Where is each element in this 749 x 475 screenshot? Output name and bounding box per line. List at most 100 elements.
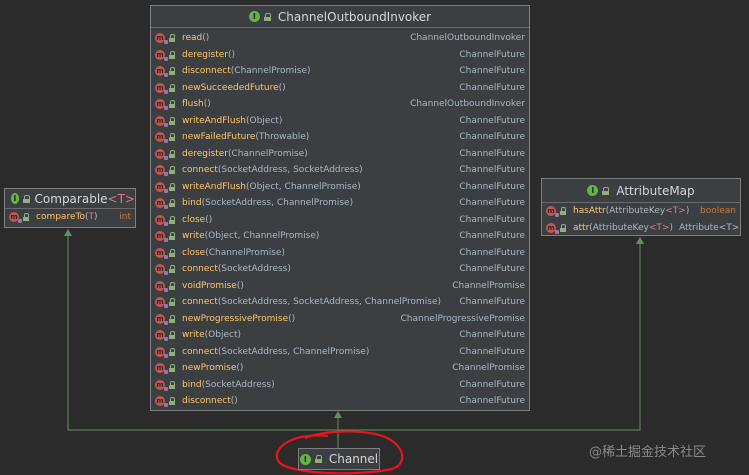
method-params-close: ) [287,264,291,275]
method-return-type: ChannelFuture [459,379,525,390]
abstract-method-icon: m [155,297,168,309]
method-row[interactable]: m connect(SocketAddress, SocketAddress, C… [151,294,529,311]
class-title: Comparable [34,191,108,206]
public-lock-icon [560,207,567,216]
method-params-close: ) [282,82,286,93]
method-return-type: ChannelFuture [459,181,525,192]
method-row[interactable]: m connect(SocketAddress, SocketAddress) Ch… [151,162,529,179]
method-return-type: Attribute<T> [678,222,740,233]
method-name: deregister [182,148,228,159]
abstract-method-icon: m [155,231,168,243]
abstract-method-icon: m [155,264,168,276]
channel-outbound-invoker-class[interactable]: I ChannelOutboundInvoker m read() ChannelO… [150,5,530,411]
public-lock-icon [23,213,30,222]
abstract-method-icon: m [155,49,168,61]
method-row[interactable]: m writeAndFlush(Object, ChannelPromise) Ch… [151,179,529,196]
method-list: m read() ChannelOutboundInvoker m deregister… [151,28,529,410]
abstract-method-icon: m [546,222,559,234]
interface-icon: I [11,193,19,204]
method-row[interactable]: m deregister(ChannelPromise) ChannelFuture [151,146,529,163]
method-row[interactable]: m newSucceededFuture() ChannelFuture [151,80,529,97]
method-name: newSucceededFuture [182,82,279,93]
type-parameter: <T> [107,191,135,206]
method-params-close: ) [278,115,283,126]
comparable-class[interactable]: I Comparable <T> m compareTo(T) int [4,188,136,228]
method-row[interactable]: m compareTo(T) int [5,209,135,226]
method-row[interactable]: m write(Object) ChannelFuture [151,327,529,344]
method-params-close: ) [240,280,244,291]
method-params: SocketAddress, ChannelPromise [205,198,350,209]
method-return-type: ChannelFuture [459,132,525,143]
method-return-type: int [119,212,131,223]
method-params: ChannelPromise [234,66,308,77]
method-name: newProgressivePromise [182,313,289,324]
abstract-method-icon: m [155,313,168,325]
method-params-close: ) [207,99,211,110]
method-row[interactable]: m hasAttr (AttributeKey <T>) boolean [542,203,740,220]
type-parameter: <T> [648,222,670,233]
method-row[interactable]: m read() ChannelOutboundInvoker [151,30,529,47]
method-row[interactable]: m newPromise() ChannelPromise [151,360,529,377]
method-row[interactable]: m connect(SocketAddress) ChannelFuture [151,261,529,278]
public-lock-icon [169,67,176,76]
method-row[interactable]: m bind(SocketAddress, ChannelPromise) Chan… [151,195,529,212]
method-return-type: ChannelFuture [459,115,525,126]
method-name: disconnect [182,396,231,407]
method-return-type: ChannelPromise [452,363,525,374]
method-row[interactable]: m close() ChannelFuture [151,212,529,229]
method-row[interactable]: m write(Object, ChannelPromise) ChannelFut… [151,228,529,245]
method-name: connect [182,165,218,176]
method-row[interactable]: m attr (AttributeKey <T>) Attribute<T> [542,220,740,237]
method-row[interactable]: m voidPromise() ChannelPromise [151,278,529,295]
public-lock-icon [169,215,176,224]
method-params-close: ) [315,231,320,242]
public-lock-icon [169,364,176,373]
abstract-method-icon: m [155,33,168,45]
public-lock-icon [169,133,176,142]
method-name: connect [182,346,218,357]
channel-class[interactable]: I Channel [298,448,380,470]
abstract-method-icon: m [155,396,168,408]
method-row[interactable]: m close(ChannelPromise) ChannelFuture [151,245,529,262]
public-lock-icon [169,380,176,389]
method-params-close: ) [208,214,213,225]
class-header: I Comparable <T> [5,189,135,209]
public-lock-icon [169,34,176,43]
method-row[interactable]: m disconnect() ChannelFuture [151,393,529,410]
method-row[interactable]: m writeAndFlush(Object) ChannelFuture [151,113,529,130]
attribute-map-class[interactable]: I AttributeMap m hasAttr (AttributeKey <T>… [541,178,741,236]
method-row[interactable]: m flush() ChannelOutboundInvoker [151,96,529,113]
method-params-close: ) [291,313,296,324]
method-params-close: ) [357,181,361,192]
method-name: newPromise [182,363,237,374]
watermark: @稀土掘金技术社区 [589,445,707,460]
method-return-type: ChannelFuture [459,49,525,60]
method-row[interactable]: m bind(SocketAddress) ChannelFuture [151,377,529,394]
method-params-close: ) [365,346,370,357]
abstract-method-icon: m [155,165,168,177]
public-lock-icon [169,166,176,175]
method-name: write [182,330,205,341]
method-params: ChannelPromise [208,247,282,258]
method-row[interactable]: m newProgressivePromise() ChannelProgressi… [151,311,529,328]
abstract-method-icon: m [155,82,168,94]
method-row[interactable]: m disconnect(ChannelPromise) ChannelFuture [151,63,529,80]
public-lock-icon [169,199,176,208]
method-params: (AttributeKey [605,206,666,217]
method-row[interactable]: m deregister() ChannelFuture [151,47,529,64]
public-lock-icon [22,194,30,203]
arrow-head-invoker [334,411,342,418]
method-return-type: ChannelFuture [459,231,525,242]
public-lock-icon [169,331,176,340]
public-lock-icon [169,314,176,323]
method-row[interactable]: m connect(SocketAddress, ChannelPromise) C… [151,344,529,361]
public-lock-icon [314,455,322,463]
public-lock-icon [560,223,567,232]
method-params: (AttributeKey [589,222,649,233]
method-name: disconnect [182,66,231,77]
method-return-type: ChannelFuture [459,66,525,77]
abstract-method-icon: m [155,198,168,210]
method-row[interactable]: m newFailedFuture(Throwable) ChannelFuture [151,129,529,146]
interface-icon: I [587,185,599,196]
abstract-method-icon: m [155,66,168,78]
